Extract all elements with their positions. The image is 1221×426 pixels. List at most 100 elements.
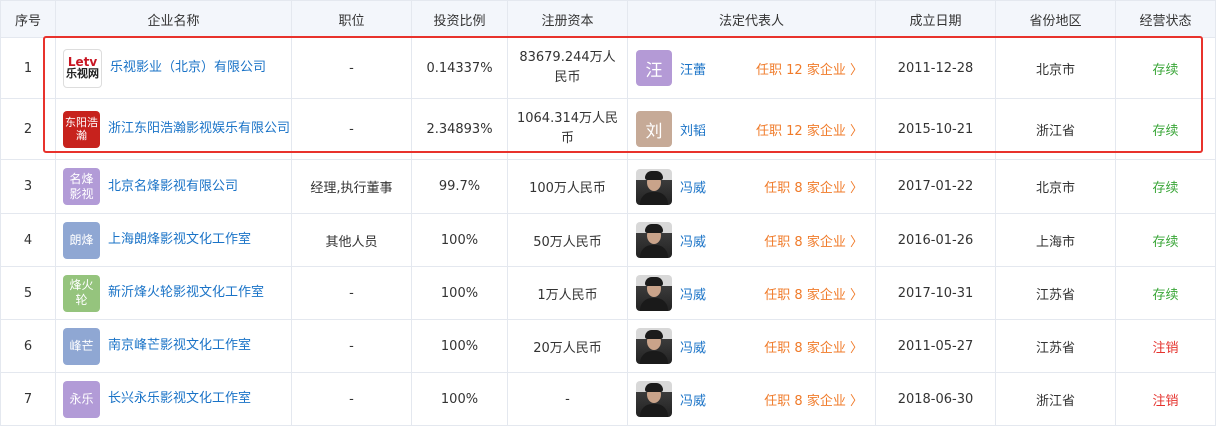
header-status: 经营状态 xyxy=(1115,0,1216,38)
chevron-right-icon: 〉 xyxy=(849,287,863,303)
rep-positions-link[interactable]: 任职 8 家企业 〉 xyxy=(764,284,863,303)
row-number: 1 xyxy=(0,37,56,99)
status-badge: 存续 xyxy=(1115,37,1216,99)
company-link[interactable]: 上海朗烽影视文化工作室 xyxy=(108,230,251,250)
table-row: 4 朗烽 上海朗烽影视文化工作室 其他人员 100% 50万人民币 冯威 任职 … xyxy=(0,213,1216,267)
rep-positions-link[interactable]: 任职 8 家企业 〉 xyxy=(764,337,863,356)
table-row: 5 烽火轮 新沂烽火轮影视文化工作室 - 100% 1万人民币 冯威 任职 8 … xyxy=(0,266,1216,320)
chevron-right-icon: 〉 xyxy=(849,234,863,250)
chevron-right-icon: 〉 xyxy=(849,62,863,78)
rep-name-link[interactable]: 冯威 xyxy=(680,337,706,356)
company-logo: 峰芒 xyxy=(63,327,100,365)
header-position: 职位 xyxy=(291,0,412,38)
status-badge: 存续 xyxy=(1115,98,1216,160)
position-cell: - xyxy=(291,37,412,99)
region-cell: 北京市 xyxy=(995,159,1116,214)
rep-positions-link[interactable]: 任职 12 家企业 〉 xyxy=(756,120,863,139)
company-link[interactable]: 新沂烽火轮影视文化工作室 xyxy=(108,283,264,303)
header-region: 省份地区 xyxy=(995,0,1116,38)
company-logo: 永乐 xyxy=(63,380,100,418)
date-cell: 2011-05-27 xyxy=(875,319,996,373)
company-link[interactable]: 乐视影业（北京）有限公司 xyxy=(110,58,266,78)
header-legal-rep: 法定代表人 xyxy=(627,0,876,38)
ratio-cell: 99.7% xyxy=(411,159,508,214)
rep-name-link[interactable]: 冯威 xyxy=(680,284,706,303)
status-badge: 存续 xyxy=(1115,159,1216,214)
row-number: 7 xyxy=(0,372,56,426)
ratio-cell: 100% xyxy=(411,266,508,320)
row-number: 2 xyxy=(0,98,56,160)
position-cell: - xyxy=(291,319,412,373)
position-cell: - xyxy=(291,372,412,426)
table-row: 2 东阳浩瀚 浙江东阳浩瀚影视娱乐有限公司 - 2.34893% 1064.31… xyxy=(0,98,1216,160)
position-cell: - xyxy=(291,266,412,320)
company-logo: 东阳浩瀚 xyxy=(63,110,100,148)
capital-cell: 1万人民币 xyxy=(507,266,628,320)
rep-avatar xyxy=(636,222,672,258)
rep-name-link[interactable]: 汪蕾 xyxy=(680,59,706,78)
rep-positions-link[interactable]: 任职 8 家企业 〉 xyxy=(764,177,863,196)
row-number: 4 xyxy=(0,213,56,267)
header-capital: 注册资本 xyxy=(507,0,628,38)
table-row: 1 Letv 乐视网 乐视影业（北京）有限公司 - 0.14337% 83679.… xyxy=(0,37,1216,99)
region-cell: 江苏省 xyxy=(995,266,1116,320)
chevron-right-icon: 〉 xyxy=(849,181,863,196)
company-logo: 名烽影视 xyxy=(63,168,100,205)
region-cell: 上海市 xyxy=(995,213,1116,267)
row-number: 5 xyxy=(0,266,56,320)
ratio-cell: 0.14337% xyxy=(411,37,508,99)
company-link[interactable]: 北京名烽影视有限公司 xyxy=(108,177,238,197)
rep-positions-link[interactable]: 任职 8 家企业 〉 xyxy=(764,390,863,409)
region-cell: 浙江省 xyxy=(995,98,1116,160)
row-number: 6 xyxy=(0,319,56,373)
region-cell: 北京市 xyxy=(995,37,1116,99)
ratio-cell: 100% xyxy=(411,213,508,267)
status-badge: 存续 xyxy=(1115,213,1216,267)
rep-avatar: 刘 xyxy=(636,111,672,147)
rep-avatar xyxy=(636,275,672,311)
rep-avatar xyxy=(636,168,672,205)
table-row: 7 永乐 长兴永乐影视文化工作室 - 100% - 冯威 任职 8 家企业 〉 … xyxy=(0,372,1216,426)
capital-cell: 20万人民币 xyxy=(507,319,628,373)
company-link[interactable]: 南京峰芒影视文化工作室 xyxy=(108,336,251,356)
status-badge: 存续 xyxy=(1115,266,1216,320)
company-link[interactable]: 浙江东阳浩瀚影视娱乐有限公司 xyxy=(108,119,290,139)
rep-avatar: 汪 xyxy=(636,50,672,86)
date-cell: 2016-01-26 xyxy=(875,213,996,267)
date-cell: 2017-10-31 xyxy=(875,266,996,320)
capital-cell: 1064.314万人民币 xyxy=(507,98,628,160)
rep-name-link[interactable]: 冯威 xyxy=(680,177,706,196)
company-logo: Letv 乐视网 xyxy=(63,48,102,88)
header-date: 成立日期 xyxy=(875,0,996,38)
chevron-right-icon: 〉 xyxy=(849,340,863,356)
status-badge: 注销 xyxy=(1115,372,1216,426)
capital-cell: 50万人民币 xyxy=(507,213,628,267)
rep-positions-link[interactable]: 任职 12 家企业 〉 xyxy=(756,59,863,78)
company-logo: 朗烽 xyxy=(63,221,100,259)
investment-table: 序号 企业名称 职位 投资比例 注册资本 法定代表人 成立日期 省份地区 经营状… xyxy=(0,0,1216,426)
company-link[interactable]: 长兴永乐影视文化工作室 xyxy=(108,389,251,409)
ratio-cell: 100% xyxy=(411,372,508,426)
date-cell: 2011-12-28 xyxy=(875,37,996,99)
company-logo: 烽火轮 xyxy=(63,274,100,312)
position-cell: - xyxy=(291,98,412,160)
rep-avatar xyxy=(636,381,672,417)
header-company: 企业名称 xyxy=(55,0,292,38)
date-cell: 2015-10-21 xyxy=(875,98,996,160)
chevron-right-icon: 〉 xyxy=(849,123,863,139)
capital-cell: 83679.244万人民币 xyxy=(507,37,628,99)
ratio-cell: 100% xyxy=(411,319,508,373)
position-cell: 其他人员 xyxy=(291,213,412,267)
status-badge: 注销 xyxy=(1115,319,1216,373)
capital-cell: 100万人民币 xyxy=(507,159,628,214)
header-no: 序号 xyxy=(0,0,56,38)
rep-name-link[interactable]: 刘韬 xyxy=(680,120,706,139)
capital-cell: - xyxy=(507,372,628,426)
table-header-row: 序号 企业名称 职位 投资比例 注册资本 法定代表人 成立日期 省份地区 经营状… xyxy=(0,0,1216,38)
rep-positions-link[interactable]: 任职 8 家企业 〉 xyxy=(764,231,863,250)
region-cell: 浙江省 xyxy=(995,372,1116,426)
ratio-cell: 2.34893% xyxy=(411,98,508,160)
rep-name-link[interactable]: 冯威 xyxy=(680,390,706,409)
chevron-right-icon: 〉 xyxy=(849,393,863,409)
rep-name-link[interactable]: 冯威 xyxy=(680,231,706,250)
